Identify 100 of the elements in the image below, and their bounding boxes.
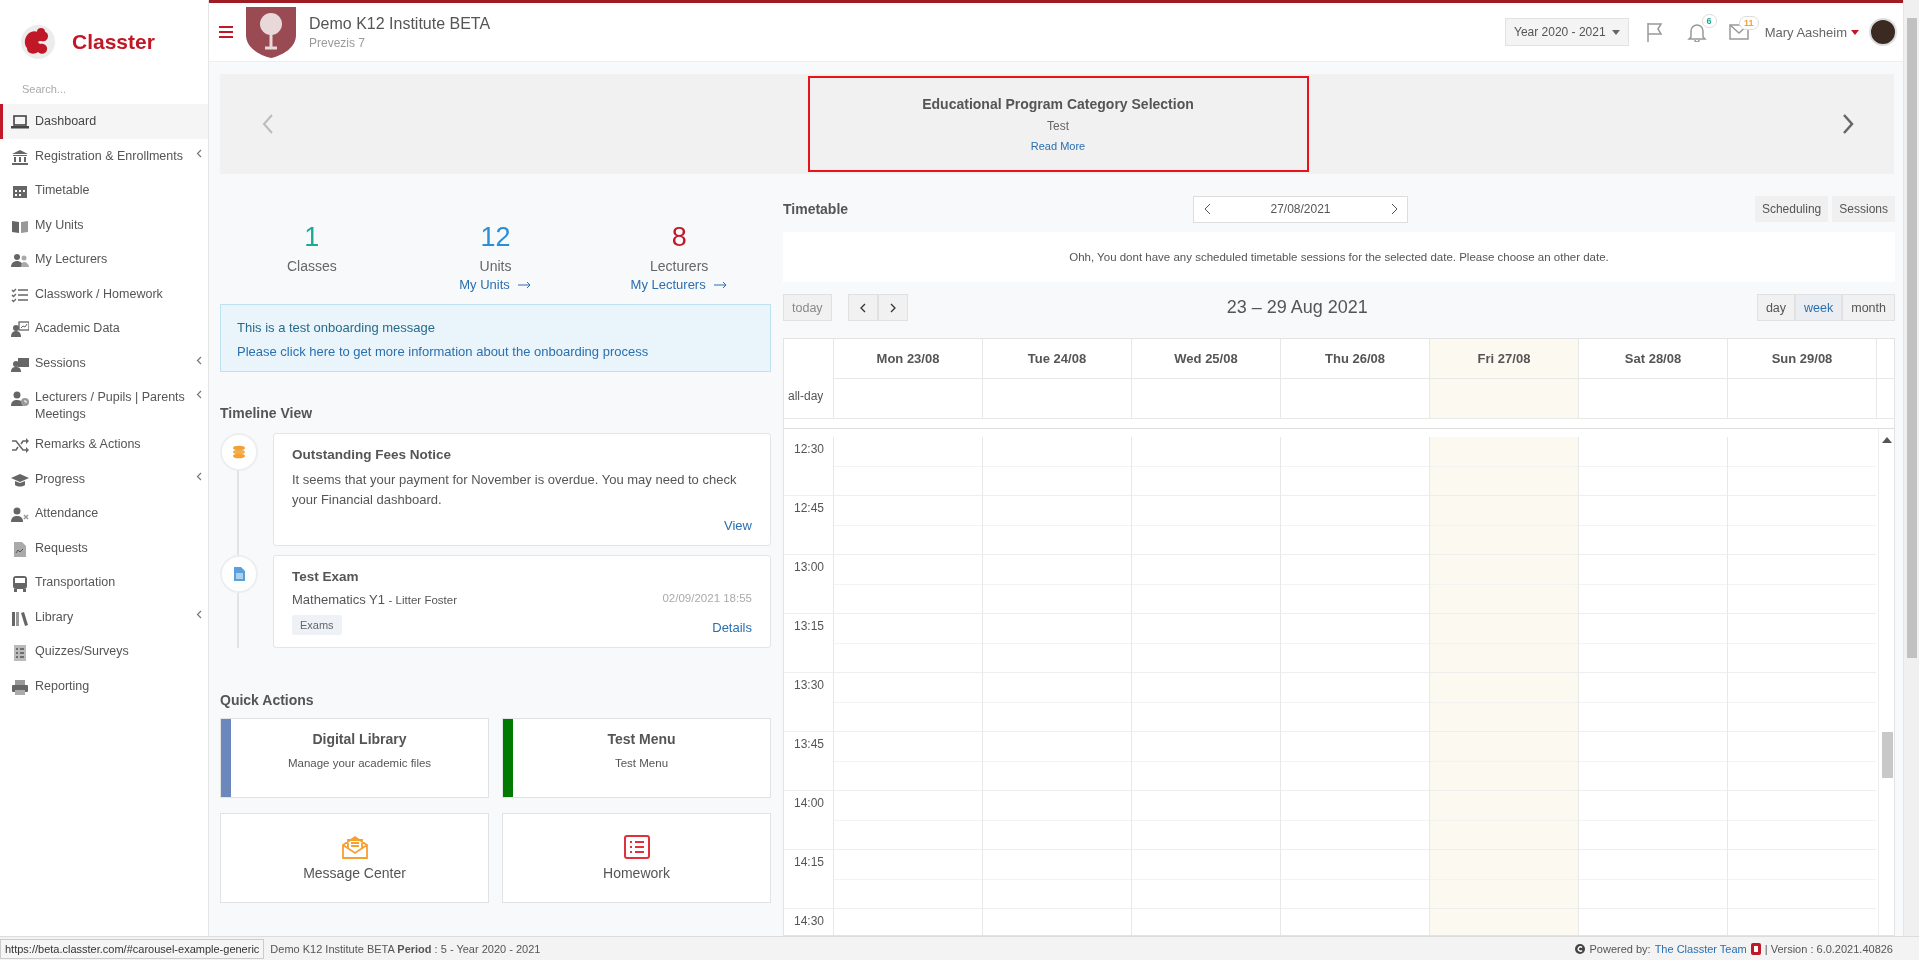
onboarding-link[interactable]: Please click here to get more information about the onboarding process xyxy=(237,344,754,359)
view-link[interactable]: View xyxy=(724,518,752,533)
stat-value: 1 xyxy=(304,222,320,252)
quick-action-title: Test Menu xyxy=(607,731,676,747)
stat-label: Classes xyxy=(286,258,337,274)
timetable-button[interactable]: Sessions xyxy=(1832,196,1895,222)
empty-message: Ohh, You dont have any scheduled timetable sessions for the selected date. Please choose an other date. xyxy=(783,232,1895,282)
shield-logo xyxy=(243,4,299,60)
date-range: 23 – 29 Aug 2021 xyxy=(1225,297,1369,318)
sidebar-item[interactable]: Attendance xyxy=(0,496,208,531)
graduation-cap-icon xyxy=(11,471,29,489)
previous-week-button[interactable] xyxy=(847,294,878,321)
books-icon xyxy=(11,609,29,627)
chevron-left-icon xyxy=(859,302,866,313)
person-chart-icon xyxy=(11,321,29,338)
section-title: Timeline View xyxy=(220,405,314,421)
stat-label: Units xyxy=(479,258,512,274)
scrollbar-thumb[interactable] xyxy=(1907,18,1917,658)
year-dropdown[interactable]: Year 2020 - 2021 xyxy=(1505,18,1629,46)
printer-icon xyxy=(11,678,29,696)
timeline-text: It seems that your payment for November is overdue. You may need to check your Financial dashboard. xyxy=(292,471,738,509)
sidebar-item[interactable]: My Lecturers xyxy=(0,242,208,277)
sidebar-item[interactable]: Sessions xyxy=(0,345,208,380)
document-icon xyxy=(233,567,245,581)
message-count: 11 xyxy=(1739,16,1759,30)
quick-action-title: Message Center xyxy=(303,865,406,881)
view-tab[interactable]: week xyxy=(1795,294,1843,321)
calendar-icon xyxy=(11,183,29,200)
team-link[interactable]: The Classter Team xyxy=(1654,942,1747,955)
day-header: Tue 24/08 xyxy=(982,339,1131,379)
sidebar-item[interactable]: Dashboard xyxy=(0,104,208,139)
user-name[interactable]: Mary Aasheim xyxy=(1764,24,1847,40)
version-info: | Version : 6.0.2021.40826 xyxy=(1764,942,1893,955)
all-day-label: all-day xyxy=(784,379,833,419)
section-title: Quick Actions xyxy=(220,692,315,708)
brand-name[interactable]: Classter xyxy=(72,30,155,54)
sidebar-item[interactable]: Reporting xyxy=(0,668,208,703)
institute-subtitle: Prevezis 7 xyxy=(309,35,367,50)
quick-action-subtitle: Test Menu xyxy=(614,757,669,769)
quick-action-card[interactable]: Message Center xyxy=(220,813,489,903)
sidebar-item[interactable]: Academic Data xyxy=(0,311,208,346)
sidebar-item[interactable]: Lecturers / Pupils | Parents Meetings xyxy=(0,380,208,427)
sidebar-item[interactable]: Timetable xyxy=(0,173,208,208)
clipboard-list-icon xyxy=(11,644,29,661)
logo-icon[interactable] xyxy=(20,24,56,60)
quick-action-card[interactable]: Digital Library Manage your academic files xyxy=(220,718,489,798)
search-field[interactable]: Search... xyxy=(20,78,190,100)
view-tab[interactable]: day xyxy=(1756,294,1796,321)
quick-action-title: Homework xyxy=(603,865,670,881)
sidebar-item[interactable]: Remarks & Actions xyxy=(0,427,208,462)
date-value: 27/08/2021 xyxy=(1269,202,1332,216)
sidebar-item[interactable]: Registration & Enrollments xyxy=(0,138,208,173)
document-icon xyxy=(11,540,29,558)
view-tab[interactable]: month xyxy=(1842,294,1895,321)
users-icon xyxy=(11,252,29,269)
chevron-left-icon[interactable] xyxy=(196,355,202,365)
read-more-link[interactable]: Read More xyxy=(1030,140,1086,152)
sidebar-item[interactable]: Quizzes/Surveys xyxy=(0,634,208,669)
bell-icon[interactable] xyxy=(1686,22,1707,42)
sidebar-item[interactable]: Library xyxy=(0,599,208,634)
status-url: https://beta.classter.com/#carousel-example-generic xyxy=(0,938,265,959)
sidebar-item[interactable]: Classwork / Homework xyxy=(0,276,208,311)
chevron-left-icon[interactable] xyxy=(196,609,202,619)
avatar[interactable] xyxy=(1869,18,1897,46)
chevron-left-icon[interactable] xyxy=(196,148,202,158)
coins-icon xyxy=(232,445,246,459)
scrollbar-thumb[interactable] xyxy=(1882,732,1893,778)
day-header: Wed 25/08 xyxy=(1131,339,1280,379)
timetable-button[interactable]: Scheduling xyxy=(1754,196,1829,222)
details-link[interactable]: Details xyxy=(712,620,752,635)
arrow-right-icon xyxy=(517,281,532,289)
stat-value: 12 xyxy=(480,222,511,252)
envelope-icon[interactable] xyxy=(1728,24,1749,40)
day-header: Sat 28/08 xyxy=(1578,339,1727,379)
chevron-right-icon[interactable] xyxy=(1842,114,1854,134)
day-header: Sun 29/08 xyxy=(1727,339,1876,379)
quick-action-card[interactable]: Test Menu Test Menu xyxy=(502,718,771,798)
sidebar-item[interactable]: Requests xyxy=(0,530,208,565)
quick-action-title: Digital Library xyxy=(312,731,407,747)
menu-icon[interactable] xyxy=(219,26,233,38)
stat-label: Lecturers xyxy=(649,258,709,274)
stat-link[interactable]: My Lecturers xyxy=(630,277,728,292)
sidebar-item[interactable]: Transportation xyxy=(0,565,208,600)
stat-link[interactable]: My Units xyxy=(459,277,532,292)
chevron-left-icon[interactable] xyxy=(196,471,202,481)
shuffle-icon xyxy=(11,437,29,454)
exam-tag: Exams xyxy=(292,615,342,635)
chevron-left-icon[interactable] xyxy=(196,390,202,399)
quick-action-subtitle: Manage your academic files xyxy=(287,757,432,769)
scrollbar[interactable] xyxy=(1903,0,1919,936)
caret-up-icon[interactable] xyxy=(1882,437,1892,443)
sidebar-item[interactable]: Progress xyxy=(0,461,208,496)
flag-icon[interactable] xyxy=(1644,22,1665,42)
quick-action-card[interactable]: Homework xyxy=(502,813,771,903)
section-title: Timetable xyxy=(783,201,850,217)
sidebar-item[interactable]: My Units xyxy=(0,207,208,242)
scrollbar[interactable] xyxy=(1878,429,1894,935)
stat-value: 8 xyxy=(671,222,687,252)
next-week-button[interactable] xyxy=(877,294,908,321)
exam-date: 02/09/2021 18:55 xyxy=(662,592,752,606)
